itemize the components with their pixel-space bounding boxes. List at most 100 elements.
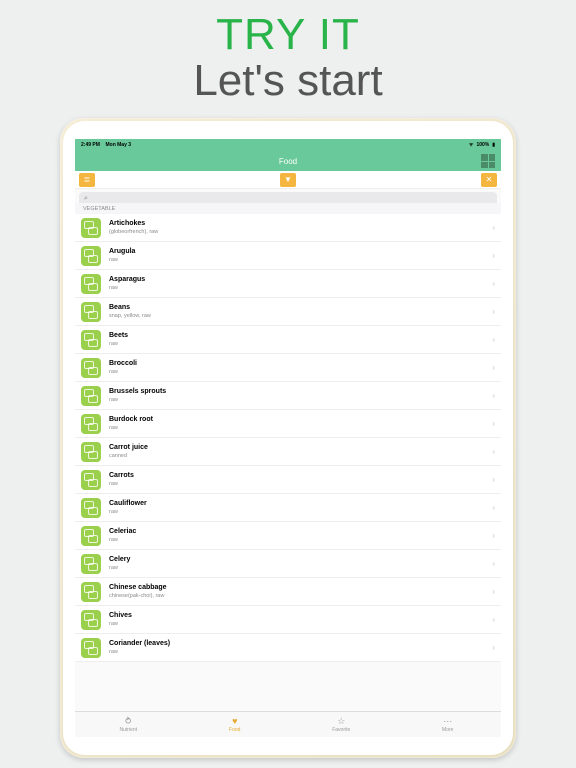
row-title: Artichokes: [109, 220, 488, 228]
toolbar: ≣ ▼ ✕: [75, 171, 501, 189]
tab-favorite[interactable]: ☆Favorite: [288, 712, 395, 737]
row-text: Celeriacraw: [109, 528, 488, 543]
row-subtitle: raw: [109, 369, 488, 375]
wifi-icon: ᯤ: [469, 142, 474, 148]
row-text: Celeryraw: [109, 556, 488, 571]
list-item[interactable]: Arugularaw›: [75, 242, 501, 270]
row-title: Cauliflower: [109, 500, 488, 508]
row-text: Arugularaw: [109, 248, 488, 263]
row-text: Artichokes(globeorfrench), raw: [109, 220, 488, 235]
row-title: Beets: [109, 332, 488, 340]
status-date: Mon May 3: [105, 142, 131, 148]
tab-icon: ⋯: [443, 717, 452, 726]
close-button[interactable]: ✕: [481, 173, 497, 187]
row-title: Chinese cabbage: [109, 584, 488, 592]
row-text: Broccoliraw: [109, 360, 488, 375]
row-title: Celery: [109, 556, 488, 564]
food-thumb-icon: [81, 330, 101, 350]
hero-banner: TRY IT Let's start: [0, 0, 576, 106]
row-subtitle: chinese(pak-choi), raw: [109, 593, 488, 599]
chevron-right-icon: ›: [488, 531, 495, 540]
row-title: Celeriac: [109, 528, 488, 536]
filter-button[interactable]: ▼: [280, 173, 296, 187]
list-item[interactable]: Beetsraw›: [75, 326, 501, 354]
tab-nutrient[interactable]: ⥁Nutrient: [75, 712, 182, 737]
page-title: Food: [279, 157, 297, 166]
row-subtitle: raw: [109, 481, 488, 487]
nav-bar: Food: [75, 151, 501, 171]
row-text: Asparagusraw: [109, 276, 488, 291]
food-thumb-icon: [81, 582, 101, 602]
tab-label: More: [442, 727, 453, 733]
list-item[interactable]: Burdock rootraw›: [75, 410, 501, 438]
row-title: Brussels sprouts: [109, 388, 488, 396]
list-item[interactable]: Chivesraw›: [75, 606, 501, 634]
row-subtitle: raw: [109, 341, 488, 347]
list-item[interactable]: Carrot juicecanned›: [75, 438, 501, 466]
row-title: Carrots: [109, 472, 488, 480]
food-thumb-icon: [81, 638, 101, 658]
chevron-right-icon: ›: [488, 363, 495, 372]
list-item[interactable]: Chinese cabbagechinese(pak-choi), raw›: [75, 578, 501, 606]
battery-icon: ▮: [492, 142, 495, 148]
row-subtitle: raw: [109, 397, 488, 403]
row-title: Burdock root: [109, 416, 488, 424]
row-text: Carrot juicecanned: [109, 444, 488, 459]
list-item[interactable]: Artichokes(globeorfrench), raw›: [75, 214, 501, 242]
row-subtitle: snap, yellow, raw: [109, 313, 488, 319]
grid-view-button[interactable]: [481, 154, 495, 168]
sort-button[interactable]: ≣: [79, 173, 95, 187]
tab-label: Nutrient: [119, 727, 137, 733]
list-item[interactable]: Broccoliraw›: [75, 354, 501, 382]
list-item[interactable]: Coriander (leaves)raw›: [75, 634, 501, 662]
chevron-right-icon: ›: [488, 643, 495, 652]
row-subtitle: (globeorfrench), raw: [109, 229, 488, 235]
list-item[interactable]: Cauliflowerraw›: [75, 494, 501, 522]
row-text: Beanssnap, yellow, raw: [109, 304, 488, 319]
row-subtitle: raw: [109, 509, 488, 515]
food-thumb-icon: [81, 274, 101, 294]
chevron-right-icon: ›: [488, 251, 495, 260]
status-bar: 2:49 PM Mon May 3 ᯤ 100% ▮: [75, 139, 501, 151]
chevron-right-icon: ›: [488, 559, 495, 568]
row-subtitle: raw: [109, 537, 488, 543]
row-title: Coriander (leaves): [109, 640, 488, 648]
list-item[interactable]: Brussels sproutsraw›: [75, 382, 501, 410]
list-item[interactable]: Celeriacraw›: [75, 522, 501, 550]
row-text: Carrotsraw: [109, 472, 488, 487]
list-item[interactable]: Celeryraw›: [75, 550, 501, 578]
tab-label: Favorite: [332, 727, 350, 733]
battery-percent: 100%: [476, 142, 489, 148]
food-thumb-icon: [81, 470, 101, 490]
chevron-right-icon: ›: [488, 503, 495, 512]
row-title: Arugula: [109, 248, 488, 256]
list-item[interactable]: Asparagusraw›: [75, 270, 501, 298]
food-thumb-icon: [81, 610, 101, 630]
row-subtitle: raw: [109, 257, 488, 263]
food-thumb-icon: [81, 414, 101, 434]
row-title: Broccoli: [109, 360, 488, 368]
chevron-right-icon: ›: [488, 391, 495, 400]
row-title: Beans: [109, 304, 488, 312]
row-text: Brussels sproutsraw: [109, 388, 488, 403]
row-subtitle: raw: [109, 425, 488, 431]
filter-icon: ▼: [284, 175, 292, 184]
food-thumb-icon: [81, 386, 101, 406]
chevron-right-icon: ›: [488, 223, 495, 232]
row-title: Asparagus: [109, 276, 488, 284]
tab-label: Food: [229, 727, 240, 733]
list-item[interactable]: Carrotsraw›: [75, 466, 501, 494]
tab-icon: ♥: [232, 717, 237, 726]
row-subtitle: raw: [109, 621, 488, 627]
chevron-right-icon: ›: [488, 279, 495, 288]
food-thumb-icon: [81, 498, 101, 518]
tab-more[interactable]: ⋯More: [395, 712, 502, 737]
food-thumb-icon: [81, 358, 101, 378]
list-item[interactable]: Beanssnap, yellow, raw›: [75, 298, 501, 326]
row-subtitle: canned: [109, 453, 488, 459]
status-time: 2:49 PM: [81, 142, 100, 148]
food-list: Artichokes(globeorfrench), raw›Arugulara…: [75, 214, 501, 662]
tab-food[interactable]: ♥Food: [182, 712, 289, 737]
food-list-scroll[interactable]: VEGETABLE Artichokes(globeorfrench), raw…: [75, 203, 501, 711]
food-thumb-icon: [81, 218, 101, 238]
